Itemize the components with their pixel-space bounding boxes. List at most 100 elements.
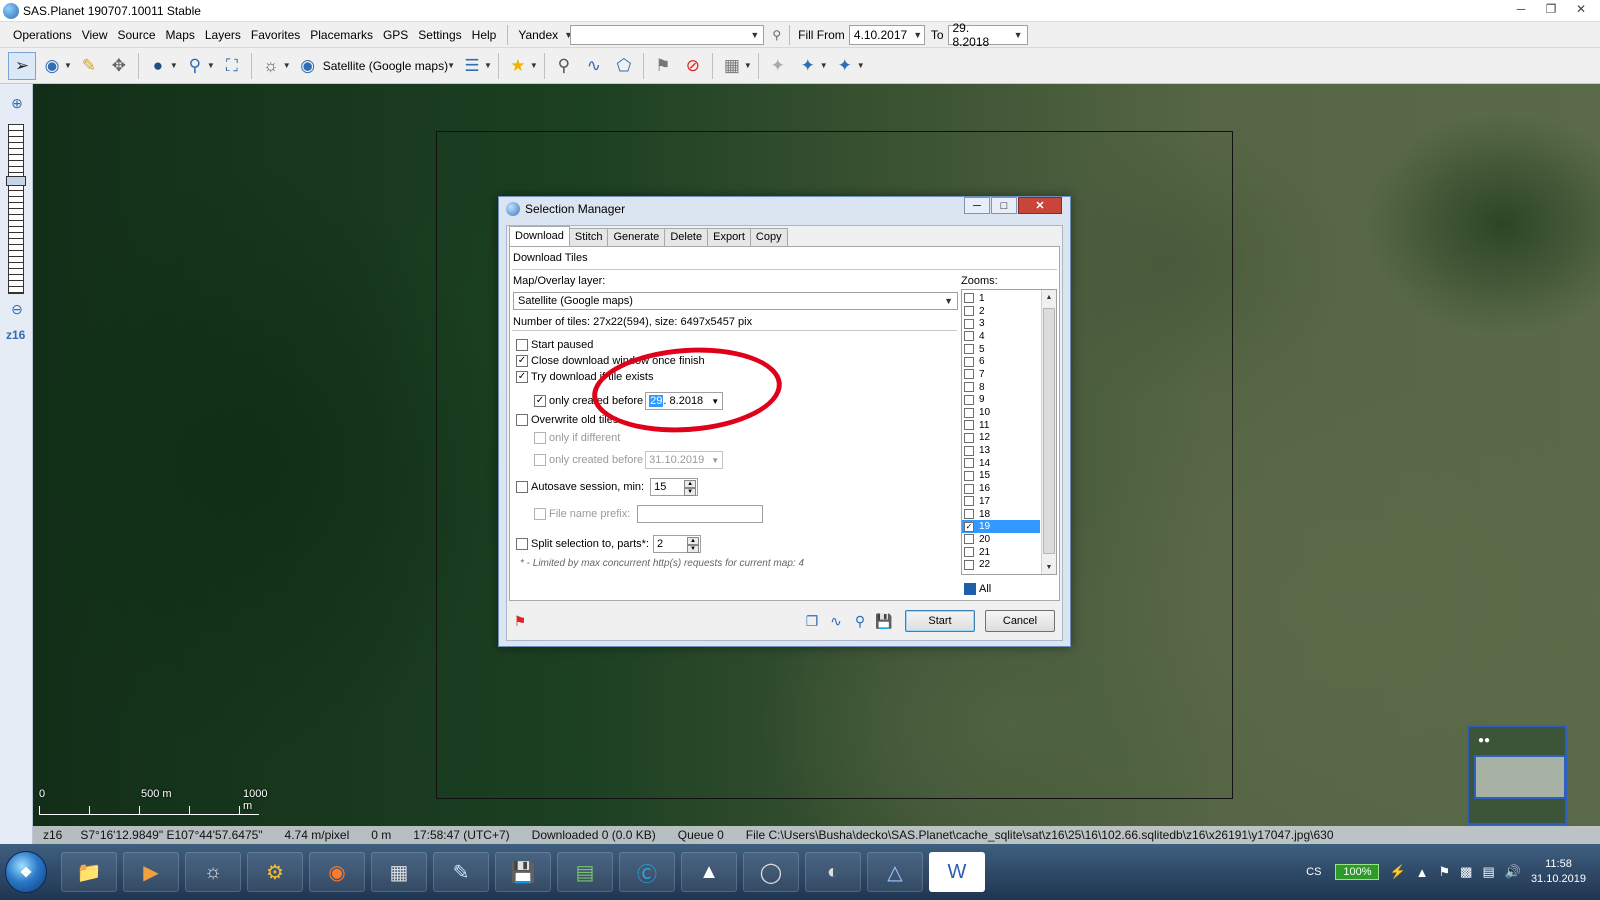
word-taskbar-icon[interactable]: W — [929, 852, 985, 892]
split-selection-checkbox[interactable] — [516, 538, 528, 550]
chevron-down-icon[interactable]: ▼ — [857, 61, 865, 70]
zoom-checkbox-4[interactable] — [964, 331, 974, 342]
menu-operations[interactable]: Operations — [8, 28, 77, 42]
try-download-checkbox[interactable]: ✓ — [516, 371, 528, 383]
chevron-down-icon[interactable]: ▼ — [170, 61, 178, 70]
marks-icon[interactable]: ⚑ — [649, 52, 677, 80]
zoom-item-21[interactable]: 21 — [962, 546, 1040, 559]
chevron-down-icon[interactable]: ▼ — [64, 61, 72, 70]
media-player-taskbar-icon[interactable]: ▶ — [123, 852, 179, 892]
zoom-all-checkbox[interactable] — [964, 583, 976, 595]
zoom-item-10[interactable]: 10 — [962, 406, 1040, 419]
zoom-item-2[interactable]: 2 — [962, 305, 1040, 318]
chevron-down-icon[interactable]: ▼ — [207, 61, 215, 70]
pin-icon[interactable]: ⚑ — [511, 612, 529, 630]
zoom-item-17[interactable]: 17 — [962, 495, 1040, 508]
zoom-out-icon[interactable]: ⊖ — [8, 300, 26, 318]
start-button[interactable]: ❖ — [5, 851, 47, 893]
layers-icon[interactable]: ☰ — [458, 52, 486, 80]
star-favorites-icon[interactable]: ★ — [504, 52, 532, 80]
autosave-checkbox[interactable] — [516, 481, 528, 493]
layer-select[interactable]: Satellite (Google maps) ▼ — [513, 292, 958, 310]
start-paused-row[interactable]: Start paused — [516, 339, 593, 351]
menu-gps[interactable]: GPS — [378, 28, 413, 42]
file-prefix-checkbox[interactable] — [534, 508, 546, 520]
dialog-minimize-button[interactable]: ─ — [964, 197, 990, 214]
tab-copy[interactable]: Copy — [749, 228, 788, 246]
zoom-item-18[interactable]: 18 — [962, 508, 1040, 521]
menu-layers[interactable]: Layers — [200, 28, 246, 42]
tab-delete[interactable]: Delete — [664, 228, 709, 246]
power-icon[interactable]: ⚡ — [1389, 864, 1405, 880]
zoom-checkbox-21[interactable] — [964, 547, 974, 558]
zoom-checkbox-17[interactable] — [964, 496, 974, 507]
zoom-checkbox-14[interactable] — [964, 458, 974, 469]
path-icon[interactable]: ∿ — [580, 52, 608, 80]
zoom-checkbox-19[interactable]: ✓ — [964, 521, 974, 532]
split-parts-spinner[interactable]: 2 ▲ ▼ — [653, 535, 702, 553]
zoom-item-12[interactable]: 12 — [962, 432, 1040, 445]
stop-icon[interactable]: ⊘ — [679, 52, 707, 80]
globe-select-icon[interactable]: ◉ — [38, 52, 66, 80]
notepad-taskbar-icon[interactable]: ✎ — [433, 852, 489, 892]
ruler-icon[interactable]: ✎ — [75, 52, 103, 80]
gps-connect-icon[interactable]: ✦ — [794, 52, 822, 80]
overwrite-old-row[interactable]: Overwrite old tiles — [516, 414, 618, 426]
edit-selection-icon[interactable]: ∿ — [827, 612, 845, 630]
start-button[interactable]: Start — [905, 610, 975, 632]
zoom-to-selection-icon[interactable]: ⚲ — [851, 612, 869, 630]
cancel-button[interactable]: Cancel — [985, 610, 1055, 632]
minimap-viewport[interactable] — [1474, 755, 1566, 799]
zoom-item-3[interactable]: 3 — [962, 317, 1040, 330]
zoom-item-14[interactable]: 14 — [962, 457, 1040, 470]
chevron-down-icon[interactable]: ▼ — [283, 61, 291, 70]
chevron-down-icon[interactable]: ▼ — [447, 61, 455, 70]
battery-indicator[interactable]: 100% — [1335, 864, 1380, 880]
spinner-buttons[interactable]: ▲ ▼ — [687, 537, 700, 553]
zoom-checkbox-5[interactable] — [964, 344, 974, 355]
chevron-down-icon[interactable]: ▼ — [820, 61, 828, 70]
network-icon[interactable]: ▩ — [1460, 864, 1472, 880]
spin-down-icon[interactable]: ▼ — [684, 488, 697, 496]
compass-icon[interactable]: ✥ — [105, 52, 133, 80]
earth-icon[interactable]: ● — [144, 52, 172, 80]
minimap[interactable]: ●● — [1467, 725, 1567, 825]
clock[interactable]: 11:58 31.10.2019 — [1531, 857, 1586, 887]
close-window-checkbox[interactable]: ✓ — [516, 355, 528, 367]
cd-taskbar-icon[interactable]: ◯ — [743, 852, 799, 892]
zoom-item-9[interactable]: 9 — [962, 394, 1040, 407]
autosave-row[interactable]: Autosave session, min: 15 ▲ ▼ — [516, 478, 699, 496]
zoom-checkbox-11[interactable] — [964, 420, 974, 431]
dialog-maximize-button[interactable]: □ — [991, 197, 1017, 214]
zoom-item-19[interactable]: ✓ 19 — [962, 520, 1040, 534]
pointer-tool-icon[interactable]: ➢ — [8, 51, 36, 80]
show-hidden-icons-icon[interactable]: ▲ — [1416, 865, 1429, 880]
overwrite-old-checkbox[interactable] — [516, 414, 528, 426]
zoom-all-row[interactable]: All — [964, 583, 991, 595]
try-download-row[interactable]: ✓ Try download if tile exists — [516, 371, 653, 383]
grid-icon[interactable]: ▦ — [718, 52, 746, 80]
zoom-slider-thumb[interactable] — [6, 176, 26, 186]
zoom-checkbox-16[interactable] — [964, 483, 974, 494]
volume-icon[interactable]: 🔊 — [1505, 864, 1521, 880]
zoom-checkbox-10[interactable] — [964, 407, 974, 418]
search-input[interactable]: ▼ — [570, 24, 765, 45]
menu-source[interactable]: Source — [113, 28, 161, 42]
zooms-list[interactable]: 1 2 3 4 5 6 7 8 9 10 11 12 13 14 15 16 17 18 ✓ 19 20 21 22 ▲ ▼ — [961, 289, 1057, 575]
menu-favorites[interactable]: Favorites — [246, 28, 305, 42]
zoom-item-22[interactable]: 22 — [962, 558, 1040, 571]
minimize-button[interactable]: ─ — [1506, 0, 1536, 18]
zoom-in-icon[interactable]: ⊕ — [8, 94, 26, 112]
zoom-item-6[interactable]: 6 — [962, 355, 1040, 368]
zoom-slider-track[interactable] — [8, 124, 24, 294]
pdf24-taskbar-icon[interactable]: ▲ — [681, 852, 737, 892]
zoom-checkbox-3[interactable] — [964, 318, 974, 329]
gps-track-icon[interactable]: ✦ — [831, 52, 859, 80]
chevron-down-icon[interactable]: ▼ — [744, 61, 752, 70]
dialog-close-button[interactable]: ✕ — [1018, 197, 1062, 214]
scroll-thumb[interactable] — [1043, 308, 1055, 554]
tab-stitch[interactable]: Stitch — [568, 228, 609, 246]
zoom-checkbox-9[interactable] — [964, 394, 974, 405]
zoom-checkbox-13[interactable] — [964, 445, 974, 456]
restore-button[interactable]: ❐ — [1536, 0, 1566, 18]
